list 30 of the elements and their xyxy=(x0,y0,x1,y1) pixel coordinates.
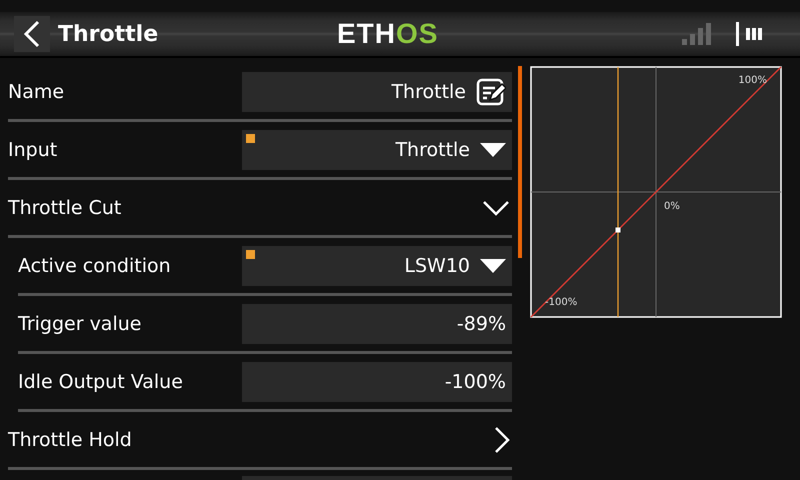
field-label: Active condition xyxy=(18,254,172,276)
field-label: Name xyxy=(8,80,66,102)
source-marker xyxy=(246,250,255,258)
back-button[interactable] xyxy=(14,16,50,52)
battery-icon xyxy=(736,22,764,46)
input-field[interactable]: Throttle xyxy=(242,72,512,112)
input-field[interactable]: -89% xyxy=(242,304,512,344)
edit-icon xyxy=(476,78,506,106)
dropdown[interactable]: LSW10 xyxy=(242,246,512,286)
axis-label: 100% xyxy=(738,75,767,86)
section-label: Throttle Cut xyxy=(8,196,122,218)
input-field[interactable]: -100% xyxy=(242,362,512,402)
section-label: Throttle Hold xyxy=(8,428,133,450)
chevron-right-icon xyxy=(494,426,510,454)
field-label: Trigger value xyxy=(18,312,142,334)
field-label: Input xyxy=(8,138,58,160)
chevron-down-icon xyxy=(482,200,510,216)
caret-icon xyxy=(480,142,506,156)
expand-toggle[interactable] xyxy=(480,200,512,216)
source-marker xyxy=(246,134,255,142)
axis-label: -100% xyxy=(545,297,578,308)
expand-toggle[interactable] xyxy=(492,426,512,454)
page-title: Throttle xyxy=(58,22,158,46)
axis-label: 0% xyxy=(664,201,680,212)
caret-icon xyxy=(480,258,506,272)
brand-logo: ETHOS xyxy=(337,18,438,50)
dropdown[interactable]: Throttle xyxy=(242,130,512,170)
back-icon xyxy=(24,20,40,48)
field-label: Idle Output Value xyxy=(18,370,184,392)
signal-icon xyxy=(682,23,714,45)
